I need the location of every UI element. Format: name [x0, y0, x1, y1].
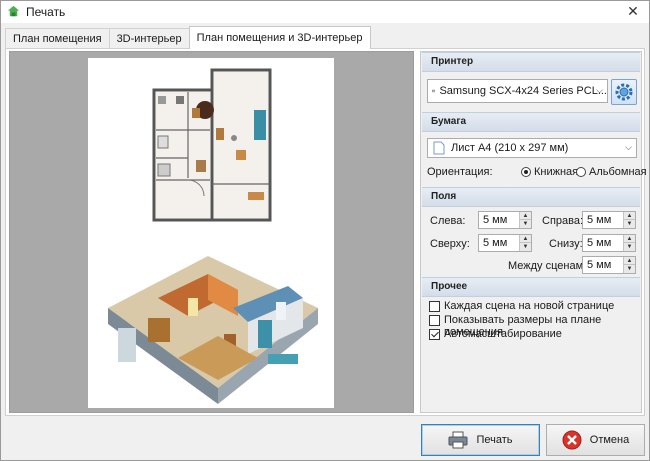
tab-floor-plan[interactable]: План помещения [5, 28, 110, 49]
landscape-radio[interactable] [576, 167, 586, 177]
cancel-button[interactable]: Отмена [546, 424, 645, 456]
margin-right-label: Справа: [542, 215, 584, 227]
chevron-down-icon: ⌵ [596, 85, 603, 95]
section-printer-header: Принтер [422, 52, 640, 72]
title-bar: Печать ✕ [1, 1, 649, 23]
printer-settings-button[interactable] [611, 79, 637, 105]
printer-icon [432, 89, 436, 93]
new-page-label[interactable]: Каждая сцена на новой странице [444, 300, 614, 312]
chevron-down-icon: ⌵ [625, 142, 632, 152]
tab-3d-interior[interactable]: 3D-интерьер [108, 28, 190, 49]
margin-right-value: 5 мм [587, 214, 612, 226]
margin-right-input[interactable]: 5 мм ▲ ▼ [582, 211, 636, 229]
section-other-header: Прочее [422, 277, 640, 297]
preview-page [88, 58, 334, 408]
spin-up-icon[interactable]: ▲ [623, 257, 635, 265]
print-button-label: Печать [476, 434, 513, 446]
margin-bottom-value: 5 мм [587, 237, 612, 249]
show-dimensions-checkbox[interactable] [429, 315, 440, 326]
margin-top-value: 5 мм [483, 237, 508, 249]
orientation-label: Ориентация: [427, 166, 493, 178]
tab-floor-plan-and-3d[interactable]: План помещения и 3D-интерьер [188, 26, 371, 49]
new-page-checkbox[interactable] [429, 301, 440, 312]
spin-down-icon[interactable]: ▼ [623, 220, 635, 228]
print-preview[interactable] [9, 51, 414, 413]
autoscale-label[interactable]: Автомасштабирование [444, 328, 562, 340]
spin-up-icon[interactable]: ▲ [519, 212, 531, 220]
window-title: Печать [26, 5, 66, 19]
print-dialog: Печать ✕ План помещения 3D-интерьер План… [0, 0, 650, 461]
print-button[interactable]: Печать [421, 424, 540, 456]
spin-up-icon[interactable]: ▲ [519, 235, 531, 243]
scene-gap-label: Между сценами: [508, 260, 593, 272]
margin-left-input[interactable]: 5 мм ▲ ▼ [478, 211, 532, 229]
scene-gap-value: 5 мм [587, 259, 612, 271]
3d-interior-image [108, 256, 318, 404]
margin-bottom-label: Снизу: [549, 238, 583, 250]
portrait-radio[interactable] [521, 167, 531, 177]
paper-size: Лист А4 (210 x 297 мм) [451, 142, 569, 154]
margin-bottom-input[interactable]: 5 мм ▲ ▼ [582, 234, 636, 252]
margin-left-value: 5 мм [483, 214, 508, 226]
settings-panel: Принтер Samsung SCX-4x24 Series PCL... ⌵… [420, 51, 647, 413]
page-icon [433, 141, 445, 155]
landscape-label[interactable]: Альбомная [589, 166, 647, 178]
printer-select[interactable]: Samsung SCX-4x24 Series PCL... ⌵ [427, 79, 608, 103]
floor-plan-image [152, 68, 272, 222]
paper-select[interactable]: Лист А4 (210 x 297 мм) ⌵ [427, 138, 637, 158]
cancel-icon [562, 430, 582, 450]
margin-top-label: Сверху: [430, 238, 470, 250]
close-icon: ✕ [627, 3, 639, 19]
portrait-label[interactable]: Книжная [534, 166, 578, 178]
autoscale-checkbox[interactable] [429, 329, 440, 340]
printer-icon [448, 431, 468, 449]
spin-down-icon[interactable]: ▼ [519, 220, 531, 228]
cancel-button-label: Отмена [589, 434, 630, 446]
tab-bar: План помещения 3D-интерьер План помещени… [5, 26, 371, 49]
scene-gap-input[interactable]: 5 мм ▲ ▼ [582, 256, 636, 274]
app-logo-icon [7, 5, 20, 17]
gear-icon [615, 83, 633, 101]
spin-up-icon[interactable]: ▲ [623, 235, 635, 243]
section-margins-header: Поля [422, 187, 640, 207]
margin-top-input[interactable]: 5 мм ▲ ▼ [478, 234, 532, 252]
spin-down-icon[interactable]: ▼ [623, 265, 635, 273]
close-button[interactable]: ✕ [619, 1, 647, 22]
spin-up-icon[interactable]: ▲ [623, 212, 635, 220]
margin-left-label: Слева: [430, 215, 466, 227]
spin-down-icon[interactable]: ▼ [623, 243, 635, 251]
spin-down-icon[interactable]: ▼ [519, 243, 531, 251]
printer-name: Samsung SCX-4x24 Series PCL... [439, 85, 607, 97]
section-paper-header: Бумага [422, 112, 640, 132]
